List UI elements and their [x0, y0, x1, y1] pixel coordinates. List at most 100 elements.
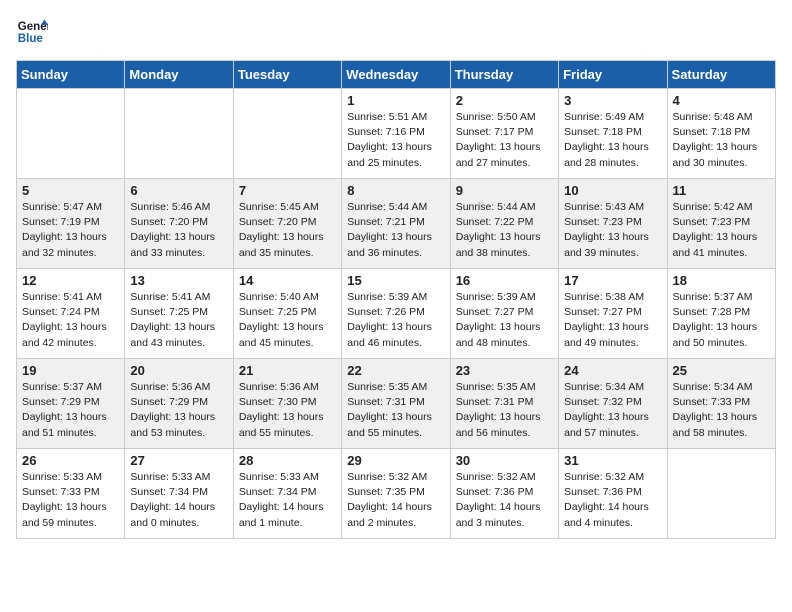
calendar-cell: 28 Sunrise: 5:33 AM Sunset: 7:34 PM Dayli… — [233, 449, 341, 539]
calendar-week-row: 26 Sunrise: 5:33 AM Sunset: 7:33 PM Dayli… — [17, 449, 776, 539]
calendar-week-row: 1 Sunrise: 5:51 AM Sunset: 7:16 PM Daylig… — [17, 89, 776, 179]
day-info: Sunrise: 5:44 AM Sunset: 7:21 PM Dayligh… — [347, 200, 444, 261]
day-number: 5 — [22, 183, 119, 198]
calendar-cell: 12 Sunrise: 5:41 AM Sunset: 7:24 PM Dayli… — [17, 269, 125, 359]
day-number: 17 — [564, 273, 661, 288]
day-number: 25 — [673, 363, 770, 378]
calendar-cell: 11Sunrise: 5:42 AM Sunset: 7:23 PM Dayli… — [667, 179, 775, 269]
calendar-cell: 19Sunrise: 5:37 AM Sunset: 7:29 PM Dayli… — [17, 359, 125, 449]
day-info: Sunrise: 5:36 AM Sunset: 7:30 PM Dayligh… — [239, 380, 336, 441]
calendar-cell: 25 Sunrise: 5:34 AM Sunset: 7:33 PM Dayli… — [667, 359, 775, 449]
day-info: Sunrise: 5:50 AM Sunset: 7:17 PM Dayligh… — [456, 110, 553, 171]
day-number: 13 — [130, 273, 227, 288]
weekday-header: Friday — [559, 61, 667, 89]
day-number: 24 — [564, 363, 661, 378]
day-info: Sunrise: 5:34 AM Sunset: 7:33 PM Dayligh… — [673, 380, 770, 441]
day-info: Sunrise: 5:33 AM Sunset: 7:34 PM Dayligh… — [130, 470, 227, 531]
weekday-header-row: SundayMondayTuesdayWednesdayThursdayFrid… — [17, 61, 776, 89]
day-number: 30 — [456, 453, 553, 468]
day-number: 7 — [239, 183, 336, 198]
weekday-header: Wednesday — [342, 61, 450, 89]
calendar-cell: 6 Sunrise: 5:46 AM Sunset: 7:20 PM Daylig… — [125, 179, 233, 269]
calendar-cell: 5 Sunrise: 5:47 AM Sunset: 7:19 PM Daylig… — [17, 179, 125, 269]
day-info: Sunrise: 5:51 AM Sunset: 7:16 PM Dayligh… — [347, 110, 444, 171]
calendar-cell: 27 Sunrise: 5:33 AM Sunset: 7:34 PM Dayli… — [125, 449, 233, 539]
calendar-cell — [667, 449, 775, 539]
day-info: Sunrise: 5:39 AM Sunset: 7:26 PM Dayligh… — [347, 290, 444, 351]
day-number: 23 — [456, 363, 553, 378]
calendar-cell: 3Sunrise: 5:49 AM Sunset: 7:18 PM Daylig… — [559, 89, 667, 179]
day-number: 21 — [239, 363, 336, 378]
page-header: General Blue — [16, 16, 776, 48]
calendar-cell — [17, 89, 125, 179]
logo: General Blue — [16, 16, 52, 48]
calendar-table: SundayMondayTuesdayWednesdayThursdayFrid… — [16, 60, 776, 539]
calendar-cell: 4Sunrise: 5:48 AM Sunset: 7:18 PM Daylig… — [667, 89, 775, 179]
day-number: 10 — [564, 183, 661, 198]
day-info: Sunrise: 5:41 AM Sunset: 7:24 PM Dayligh… — [22, 290, 119, 351]
calendar-cell: 23 Sunrise: 5:35 AM Sunset: 7:31 PM Dayli… — [450, 359, 558, 449]
calendar-cell: 2 Sunrise: 5:50 AM Sunset: 7:17 PM Daylig… — [450, 89, 558, 179]
calendar-week-row: 19Sunrise: 5:37 AM Sunset: 7:29 PM Dayli… — [17, 359, 776, 449]
calendar-cell — [125, 89, 233, 179]
day-info: Sunrise: 5:46 AM Sunset: 7:20 PM Dayligh… — [130, 200, 227, 261]
day-number: 3 — [564, 93, 661, 108]
day-info: Sunrise: 5:39 AM Sunset: 7:27 PM Dayligh… — [456, 290, 553, 351]
calendar-cell: 20 Sunrise: 5:36 AM Sunset: 7:29 PM Dayli… — [125, 359, 233, 449]
calendar-cell: 10 Sunrise: 5:43 AM Sunset: 7:23 PM Dayli… — [559, 179, 667, 269]
day-info: Sunrise: 5:45 AM Sunset: 7:20 PM Dayligh… — [239, 200, 336, 261]
day-info: Sunrise: 5:36 AM Sunset: 7:29 PM Dayligh… — [130, 380, 227, 441]
day-number: 8 — [347, 183, 444, 198]
calendar-cell: 16Sunrise: 5:39 AM Sunset: 7:27 PM Dayli… — [450, 269, 558, 359]
day-info: Sunrise: 5:32 AM Sunset: 7:36 PM Dayligh… — [564, 470, 661, 531]
day-info: Sunrise: 5:41 AM Sunset: 7:25 PM Dayligh… — [130, 290, 227, 351]
day-number: 12 — [22, 273, 119, 288]
day-number: 19 — [22, 363, 119, 378]
day-info: Sunrise: 5:38 AM Sunset: 7:27 PM Dayligh… — [564, 290, 661, 351]
day-info: Sunrise: 5:32 AM Sunset: 7:35 PM Dayligh… — [347, 470, 444, 531]
day-info: Sunrise: 5:35 AM Sunset: 7:31 PM Dayligh… — [347, 380, 444, 441]
day-info: Sunrise: 5:33 AM Sunset: 7:34 PM Dayligh… — [239, 470, 336, 531]
calendar-week-row: 12 Sunrise: 5:41 AM Sunset: 7:24 PM Dayli… — [17, 269, 776, 359]
day-number: 20 — [130, 363, 227, 378]
day-info: Sunrise: 5:37 AM Sunset: 7:28 PM Dayligh… — [673, 290, 770, 351]
day-number: 29 — [347, 453, 444, 468]
day-number: 2 — [456, 93, 553, 108]
day-number: 4 — [673, 93, 770, 108]
calendar-cell: 13 Sunrise: 5:41 AM Sunset: 7:25 PM Dayli… — [125, 269, 233, 359]
day-number: 15 — [347, 273, 444, 288]
day-number: 26 — [22, 453, 119, 468]
calendar-cell: 14Sunrise: 5:40 AM Sunset: 7:25 PM Dayli… — [233, 269, 341, 359]
day-info: Sunrise: 5:47 AM Sunset: 7:19 PM Dayligh… — [22, 200, 119, 261]
calendar-cell: 8 Sunrise: 5:44 AM Sunset: 7:21 PM Daylig… — [342, 179, 450, 269]
day-info: Sunrise: 5:35 AM Sunset: 7:31 PM Dayligh… — [456, 380, 553, 441]
day-number: 6 — [130, 183, 227, 198]
calendar-cell — [233, 89, 341, 179]
calendar-cell: 26 Sunrise: 5:33 AM Sunset: 7:33 PM Dayli… — [17, 449, 125, 539]
day-number: 9 — [456, 183, 553, 198]
day-info: Sunrise: 5:40 AM Sunset: 7:25 PM Dayligh… — [239, 290, 336, 351]
day-info: Sunrise: 5:32 AM Sunset: 7:36 PM Dayligh… — [456, 470, 553, 531]
day-number: 1 — [347, 93, 444, 108]
svg-text:Blue: Blue — [18, 33, 44, 45]
weekday-header: Thursday — [450, 61, 558, 89]
calendar-cell: 29 Sunrise: 5:32 AM Sunset: 7:35 PM Dayli… — [342, 449, 450, 539]
calendar-cell: 30 Sunrise: 5:32 AM Sunset: 7:36 PM Dayli… — [450, 449, 558, 539]
day-info: Sunrise: 5:42 AM Sunset: 7:23 PM Dayligh… — [673, 200, 770, 261]
calendar-cell: 31Sunrise: 5:32 AM Sunset: 7:36 PM Dayli… — [559, 449, 667, 539]
day-info: Sunrise: 5:34 AM Sunset: 7:32 PM Dayligh… — [564, 380, 661, 441]
logo-icon: General Blue — [16, 16, 48, 48]
day-number: 22 — [347, 363, 444, 378]
calendar-cell: 7 Sunrise: 5:45 AM Sunset: 7:20 PM Daylig… — [233, 179, 341, 269]
day-info: Sunrise: 5:33 AM Sunset: 7:33 PM Dayligh… — [22, 470, 119, 531]
calendar-cell: 18Sunrise: 5:37 AM Sunset: 7:28 PM Dayli… — [667, 269, 775, 359]
calendar-cell: 21 Sunrise: 5:36 AM Sunset: 7:30 PM Dayli… — [233, 359, 341, 449]
day-info: Sunrise: 5:43 AM Sunset: 7:23 PM Dayligh… — [564, 200, 661, 261]
calendar-cell: 1 Sunrise: 5:51 AM Sunset: 7:16 PM Daylig… — [342, 89, 450, 179]
day-number: 28 — [239, 453, 336, 468]
day-number: 27 — [130, 453, 227, 468]
weekday-header: Tuesday — [233, 61, 341, 89]
weekday-header: Monday — [125, 61, 233, 89]
day-info: Sunrise: 5:44 AM Sunset: 7:22 PM Dayligh… — [456, 200, 553, 261]
calendar-cell: 22 Sunrise: 5:35 AM Sunset: 7:31 PM Dayli… — [342, 359, 450, 449]
